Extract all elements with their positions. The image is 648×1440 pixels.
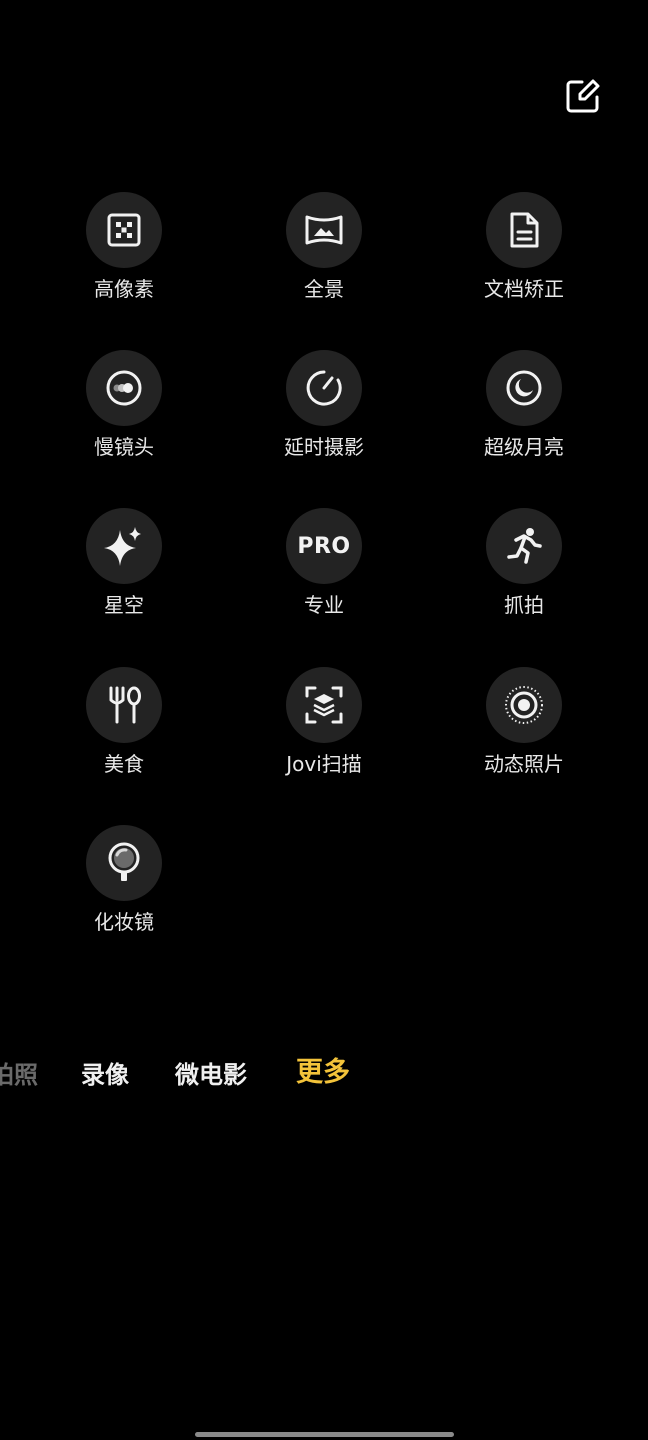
mode-label: 全景 (304, 277, 344, 301)
camera-mode-tabs: 拍照 录像 微电影 更多 (0, 1055, 648, 1095)
mode-label: 超级月亮 (484, 435, 564, 459)
tab-micro-movie[interactable]: 微电影 (175, 1055, 247, 1095)
mode-label: 动态照片 (484, 752, 564, 776)
document-icon (486, 192, 562, 268)
moon-icon (486, 350, 562, 426)
panorama-icon (286, 192, 362, 268)
mode-label: 美食 (104, 752, 144, 776)
mode-makeup-mirror[interactable]: 化妆镜 (44, 825, 204, 935)
mode-document[interactable]: 文档矫正 (444, 192, 604, 302)
mode-label: 化妆镜 (94, 910, 154, 934)
slow-motion-icon (86, 350, 162, 426)
tab-photo[interactable]: 拍照 (0, 1055, 38, 1095)
mode-pro[interactable]: PRO 专业 (244, 508, 404, 618)
makeup-mirror-icon (86, 825, 162, 901)
mode-label: 文档矫正 (484, 277, 564, 301)
camera-more-modes-screen: 高像素 全景 文档矫正 慢镜头 延时摄影 超级月亮 星空 PRO 专业 抓拍 美… (0, 0, 648, 1440)
mode-slow-motion[interactable]: 慢镜头 (44, 350, 204, 460)
mode-jovi-scan[interactable]: Jovi扫描 (244, 667, 404, 777)
edit-modes-button[interactable] (563, 76, 603, 116)
mode-label: Jovi扫描 (286, 752, 362, 776)
edit-square-icon (566, 79, 600, 113)
mode-label: 专业 (304, 593, 344, 617)
scan-icon (286, 667, 362, 743)
mode-label: 星空 (104, 593, 144, 617)
tab-video[interactable]: 录像 (81, 1055, 129, 1095)
mode-label: 抓拍 (504, 593, 544, 617)
mode-high-pixel[interactable]: 高像素 (44, 192, 204, 302)
tab-more[interactable]: 更多 (296, 1053, 350, 1093)
mode-starry-sky[interactable]: 星空 (44, 508, 204, 618)
time-lapse-icon (286, 350, 362, 426)
live-photo-icon (486, 667, 562, 743)
running-person-icon (486, 508, 562, 584)
mode-super-moon[interactable]: 超级月亮 (444, 350, 604, 460)
high-pixel-icon (86, 192, 162, 268)
home-indicator[interactable] (195, 1432, 454, 1437)
mode-panorama[interactable]: 全景 (244, 192, 404, 302)
mode-label: 慢镜头 (94, 435, 154, 459)
mode-snapshot[interactable]: 抓拍 (444, 508, 604, 618)
mode-label: 高像素 (94, 277, 154, 301)
sparkle-icon (86, 508, 162, 584)
pro-icon: PRO (286, 508, 362, 584)
mode-food[interactable]: 美食 (44, 667, 204, 777)
fork-spoon-icon (86, 667, 162, 743)
mode-live-photo[interactable]: 动态照片 (444, 667, 604, 777)
pro-icon-text: PRO (297, 533, 351, 559)
mode-label: 延时摄影 (284, 435, 364, 459)
mode-time-lapse[interactable]: 延时摄影 (244, 350, 404, 460)
